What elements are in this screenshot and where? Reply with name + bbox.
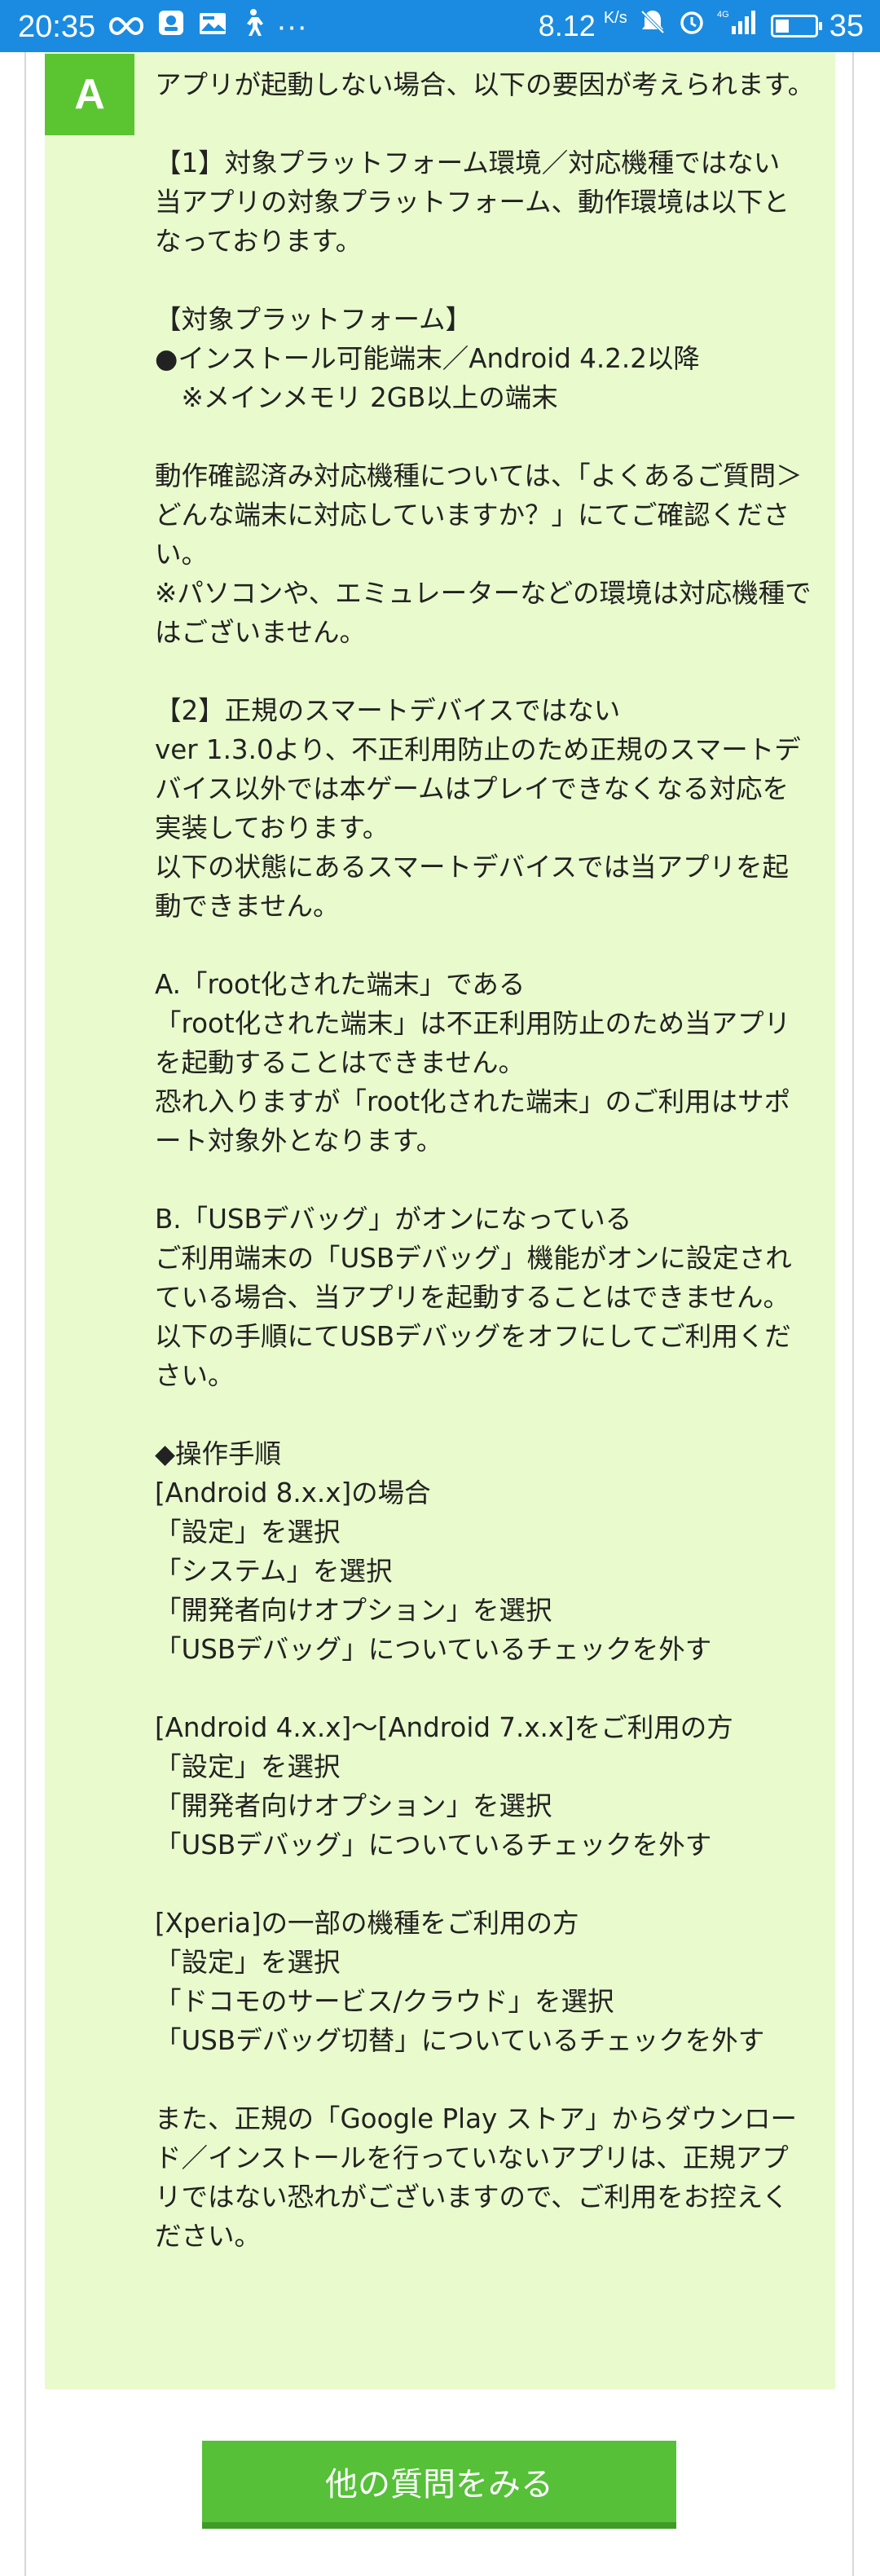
network-speed: 8.12 K/s [538,9,627,42]
svg-text:4G: 4G [717,10,729,20]
image-message-icon [198,10,227,45]
status-bar: 20:35 ··· 8.12 K/s 4G 35 [0,0,880,52]
answer-badge: A [45,54,134,135]
answer-text: アプリが起動しない場合、以下の要因が考えられます。 【1】対象プラットフォーム環… [155,69,815,2252]
status-time: 20:35 [18,9,96,44]
battery-level: 35 [829,8,864,43]
mute-icon [639,8,667,44]
infinity-icon [108,10,144,45]
other-questions-button[interactable]: 他の質問をみる [202,2441,676,2529]
more-notifications-icon: ··· [276,9,308,44]
notification-icon [157,9,185,45]
signal-icon: 4G [717,8,759,44]
battery-icon [770,15,822,37]
alarm-icon [678,8,706,44]
walking-icon [240,8,264,46]
